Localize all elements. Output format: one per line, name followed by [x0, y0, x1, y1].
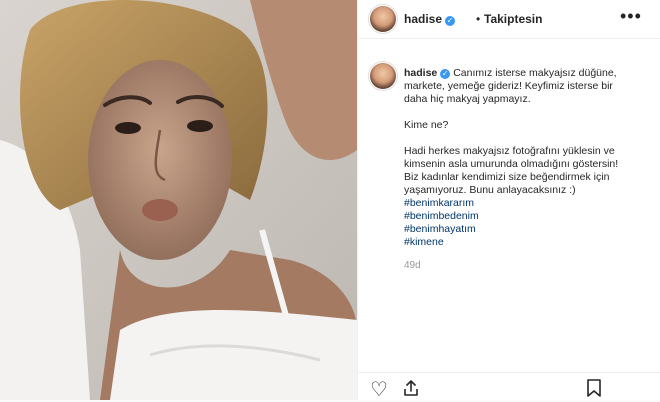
- heart-icon[interactable]: ♡: [370, 380, 388, 400]
- caption-verified-badge-icon: ✓: [440, 69, 451, 79]
- caption-paragraph-1: hadise ✓ Canımız isterse makyajsız düğüne…: [404, 67, 634, 106]
- post-photo[interactable]: [0, 0, 357, 400]
- caption-paragraph-2: Kime ne?: [404, 119, 449, 131]
- post-actions: ♡: [358, 372, 660, 401]
- more-options-icon[interactable]: •••: [620, 6, 642, 27]
- bookmark-icon[interactable]: [586, 379, 602, 402]
- follow-status-button[interactable]: Takiptesin: [484, 12, 542, 26]
- header-separator: •: [476, 12, 481, 26]
- caption-username[interactable]: hadise: [404, 67, 437, 79]
- caption-paragraph-3: Hadi herkes makyajsız fotoğrafını yükles…: [404, 145, 619, 196]
- author-username[interactable]: hadise ✓: [404, 12, 456, 26]
- selfie-image: [0, 0, 357, 400]
- verified-badge-icon: ✓: [445, 16, 456, 26]
- caption-avatar[interactable]: [370, 63, 396, 89]
- caption-text: hadise ✓ Canımız isterse makyajsız düğüne…: [404, 67, 634, 272]
- share-icon[interactable]: [402, 379, 420, 402]
- hashtag-link[interactable]: #benimbedenim: [404, 210, 634, 223]
- hashtag-link[interactable]: #kimene: [404, 236, 634, 249]
- hashtag-link[interactable]: #benimhayatım: [404, 223, 634, 236]
- author-username-text[interactable]: hadise: [404, 12, 442, 26]
- post-side-panel: hadise ✓ • Takiptesin ••• hadise ✓ Canımız…: [357, 0, 660, 400]
- post-header: hadise ✓ • Takiptesin •••: [358, 0, 660, 39]
- author-avatar[interactable]: [370, 6, 396, 32]
- hashtag-link[interactable]: #benimkararım: [404, 197, 634, 210]
- post-timestamp[interactable]: 49d: [404, 259, 634, 272]
- instagram-post: hadise ✓ • Takiptesin ••• hadise ✓ Canımız…: [0, 0, 660, 400]
